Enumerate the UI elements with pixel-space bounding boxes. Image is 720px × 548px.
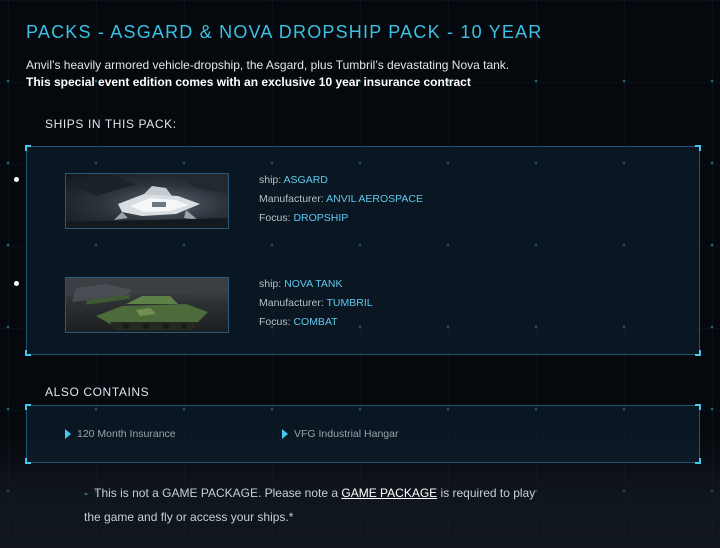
- asgard-ship-info: ship: ASGARD Manufacturer: ANVIL AEROSPA…: [259, 171, 423, 228]
- note-text-before: This is not a GAME PACKAGE. Please note …: [94, 486, 339, 500]
- asgard-ship-image[interactable]: [65, 173, 229, 229]
- note-dash: -: [84, 486, 88, 500]
- list-bullet: [14, 177, 19, 182]
- list-bullet: [14, 281, 19, 286]
- ship-name: ASGARD: [283, 174, 328, 186]
- nova-tank-illustration: [66, 278, 228, 330]
- contains-item-insurance: 120 Month Insurance: [64, 428, 176, 440]
- contains-item-label: VFG Industrial Hangar: [294, 428, 399, 440]
- page-title: PACKS - ASGARD & NOVA DROPSHIP PACK - 10…: [26, 22, 543, 42]
- contains-item-label: 120 Month Insurance: [77, 428, 176, 440]
- focus-row: Focus: DROPSHIP: [259, 212, 349, 224]
- ships-section-label: SHIPS IN THIS PACK:: [45, 117, 177, 131]
- focus-value: COMBAT: [293, 316, 338, 328]
- nova-tank-image[interactable]: [65, 277, 229, 333]
- chevron-right-icon: [281, 429, 289, 439]
- focus-row: Focus: COMBAT: [259, 316, 338, 328]
- pack-description-highlight: This special event edition comes with an…: [26, 75, 471, 89]
- ship-name: NOVA TANK: [284, 278, 343, 290]
- manufacturer-row: Manufacturer: ANVIL AEROSPACE: [259, 193, 423, 205]
- focus-value: DROPSHIP: [293, 212, 349, 224]
- also-contains-label: ALSO CONTAINS: [45, 385, 150, 399]
- asgard-ship-illustration: [66, 174, 228, 228]
- game-package-note: - This is not a GAME PACKAGE. Please not…: [84, 481, 544, 529]
- nova-ship-info: ship: NOVA TANK Manufacturer: TUMBRIL Fo…: [259, 275, 373, 332]
- ship-name-row: ship: ASGARD: [259, 174, 328, 186]
- game-package-link[interactable]: GAME PACKAGE: [341, 486, 437, 500]
- manufacturer-name: TUMBRIL: [326, 297, 373, 309]
- ship-name-row: ship: NOVA TANK: [259, 278, 343, 290]
- manufacturer-name: ANVIL AEROSPACE: [326, 193, 423, 205]
- chevron-right-icon: [64, 429, 72, 439]
- contains-item-hangar: VFG Industrial Hangar: [281, 428, 398, 440]
- pack-description: Anvil’s heavily armored vehicle-dropship…: [26, 58, 510, 72]
- manufacturer-row: Manufacturer: TUMBRIL: [259, 297, 373, 309]
